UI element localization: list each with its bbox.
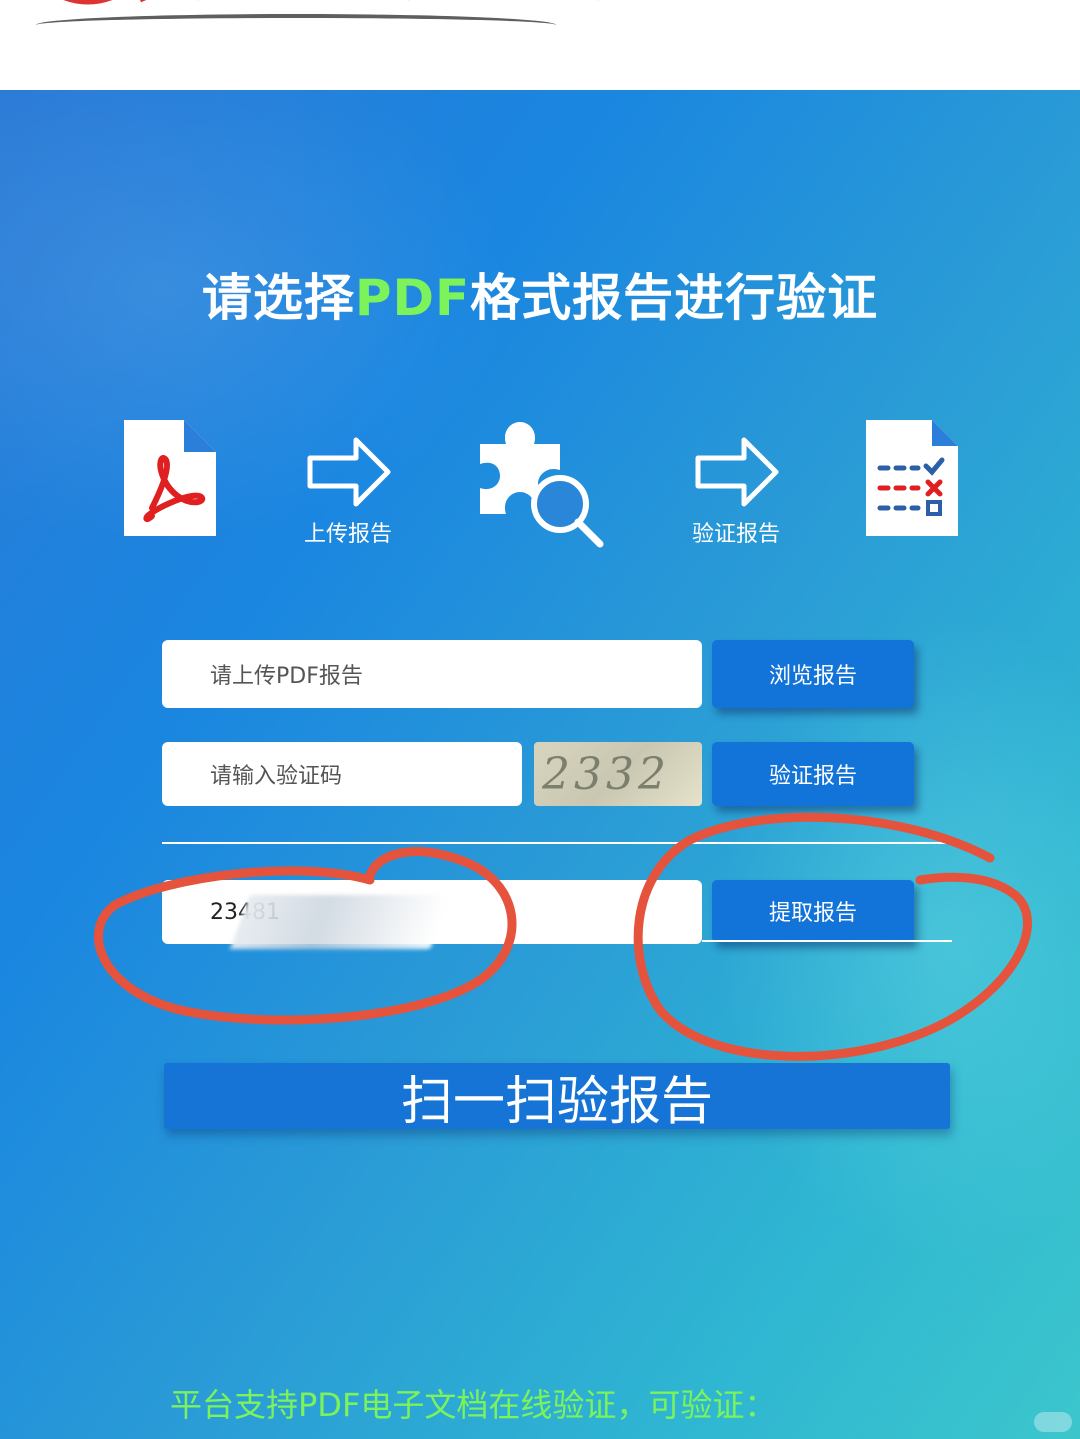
upload-report-field[interactable]: 请上传PDF报告: [162, 640, 702, 708]
checklist-document-icon: [864, 418, 960, 538]
upload-step: 上传报告: [300, 432, 396, 552]
divider: [162, 842, 952, 844]
arrow-right-icon: [307, 437, 391, 507]
title-accent: PDF: [354, 269, 471, 327]
title-prefix: 请选择: [201, 269, 355, 327]
handwriting-fragment: [6, 0, 600, 5]
step-upload-label: 上传报告: [303, 522, 392, 547]
scan-to-verify-button[interactable]: 扫一扫验报告: [164, 1063, 950, 1132]
pdf-document-icon: [122, 418, 218, 538]
captcha-placeholder: 请输入验证码: [210, 764, 343, 789]
footer-note: 平台支持PDF电子文档在线验证，可验证：: [170, 1386, 777, 1424]
verify-step: 验证报告: [688, 432, 784, 552]
extract-report-button[interactable]: 提取报告: [712, 880, 914, 942]
redaction-blur: [230, 895, 450, 949]
handwriting-underline: [36, 14, 556, 36]
browse-report-button[interactable]: 浏览报告: [712, 640, 914, 708]
divider: [702, 940, 952, 942]
top-strip: [0, 0, 1080, 90]
captcha-input[interactable]: 请输入验证码: [162, 742, 522, 806]
title-suffix: 格式报告进行验证: [470, 269, 879, 327]
upload-report-placeholder: 请上传PDF报告: [210, 664, 363, 689]
captcha-image[interactable]: 2332: [534, 742, 702, 806]
arrow-right-icon: [695, 437, 779, 507]
page-title: 请选择PDF格式报告进行验证: [0, 258, 1080, 330]
verify-report-button[interactable]: 验证报告: [712, 742, 914, 806]
puzzle-search-icon: [476, 418, 606, 548]
watermark: [1034, 1412, 1072, 1432]
step-verify-label: 验证报告: [691, 522, 780, 547]
captcha-text: 2332: [542, 748, 670, 800]
